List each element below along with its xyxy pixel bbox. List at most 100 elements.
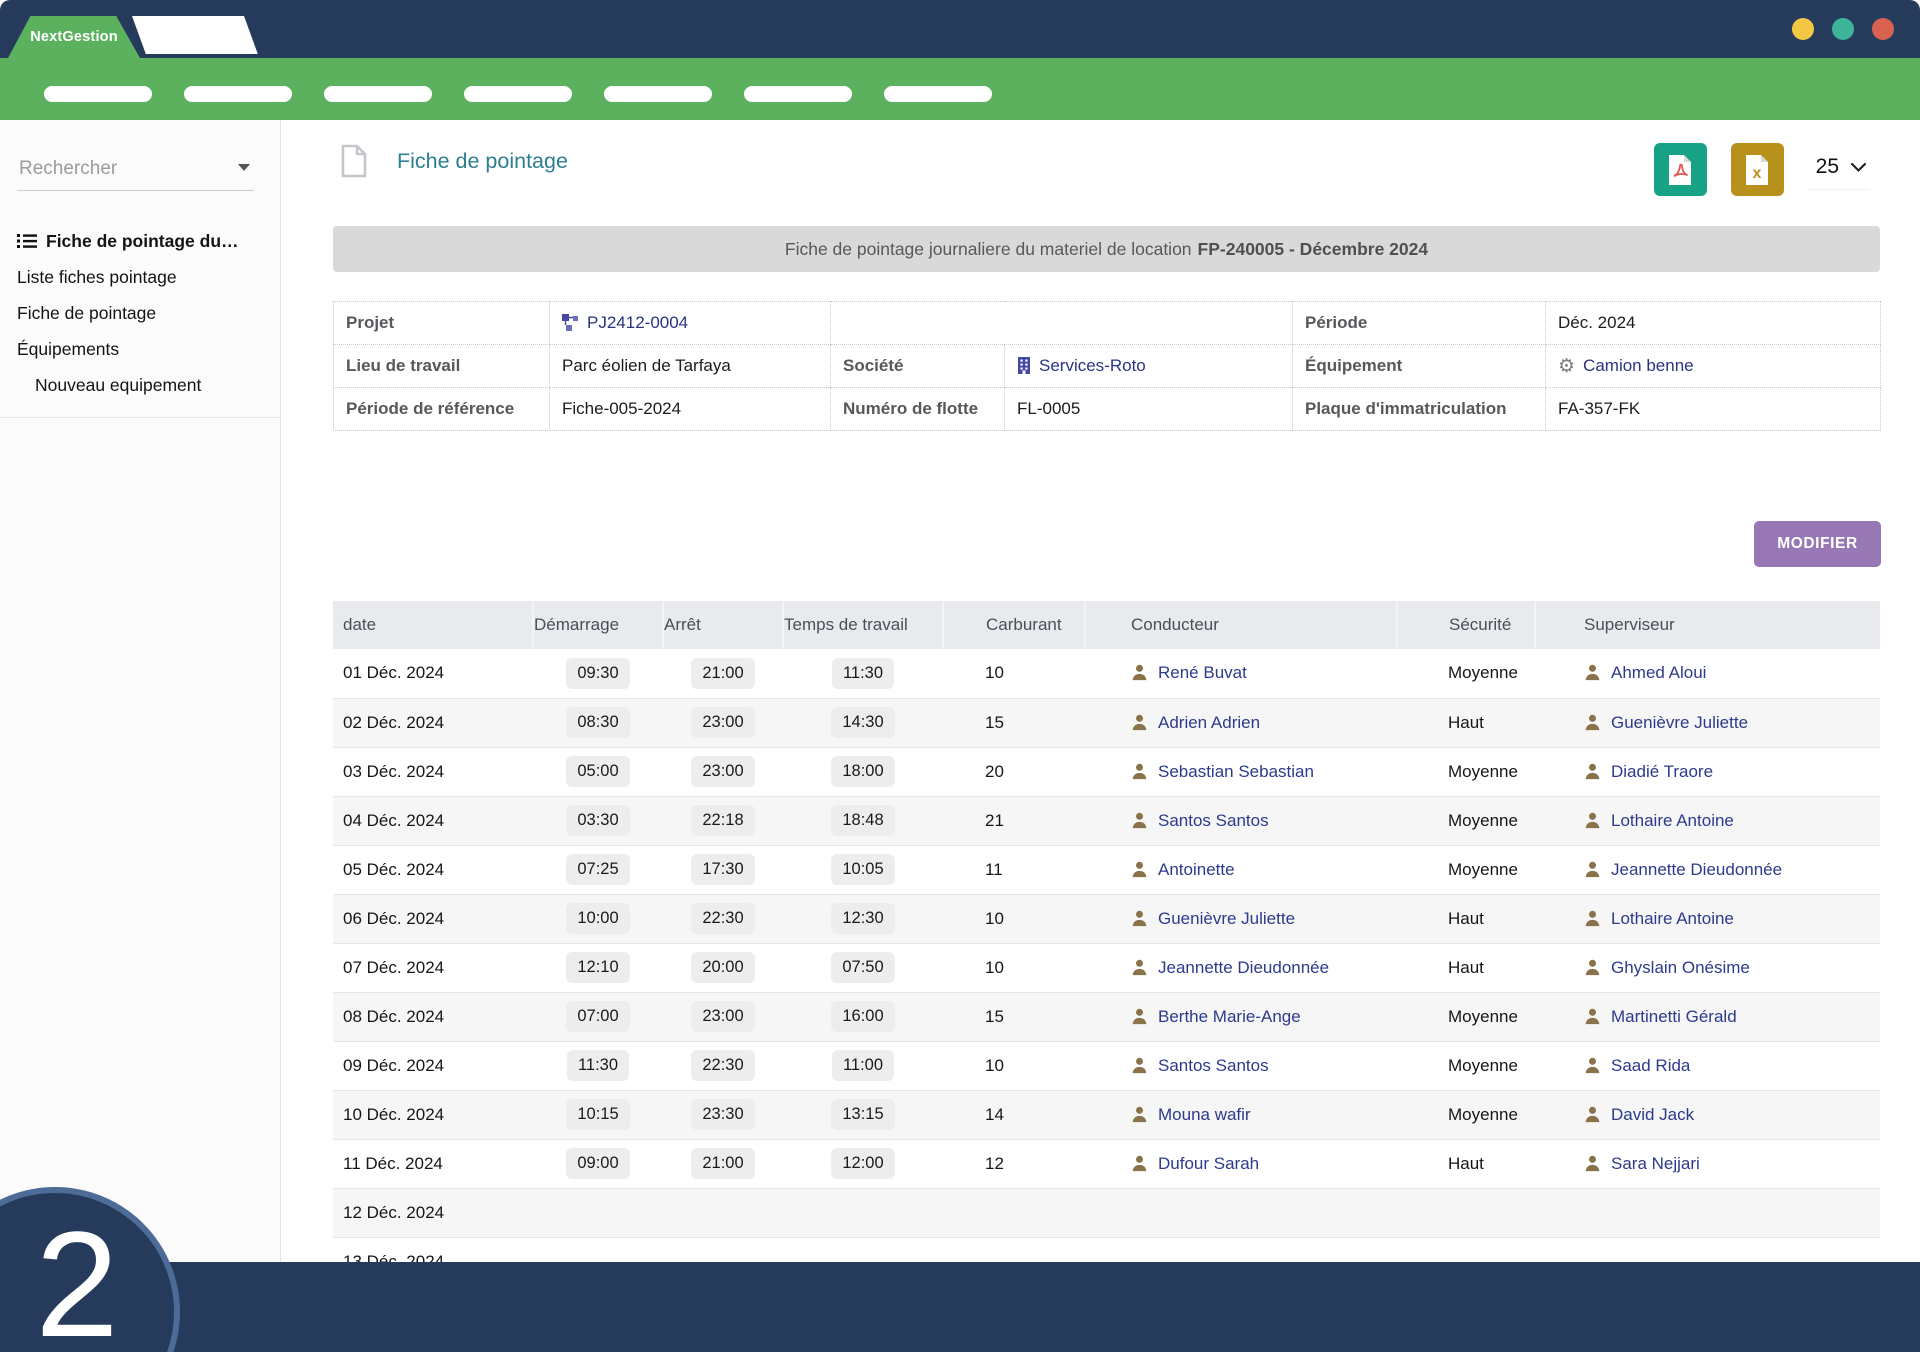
- driver-link[interactable]: Adrien Adrien: [1158, 713, 1260, 732]
- search-input[interactable]: [17, 154, 254, 190]
- duration-chip[interactable]: 13:15: [831, 1099, 894, 1130]
- start-time-chip[interactable]: 07:00: [566, 1001, 629, 1032]
- person-icon: [1583, 762, 1602, 781]
- driver-link[interactable]: Berthe Marie-Ange: [1158, 1007, 1301, 1026]
- supervisor-link[interactable]: Saad Rida: [1611, 1056, 1690, 1075]
- supervisor-link[interactable]: Lothaire Antoine: [1611, 811, 1734, 830]
- cell-start: [533, 1237, 663, 1262]
- duration-chip[interactable]: 10:05: [831, 854, 894, 885]
- start-time-chip[interactable]: 12:10: [566, 952, 629, 983]
- cell-supervisor: [1535, 1237, 1880, 1262]
- window-dot-green[interactable]: [1832, 18, 1854, 40]
- start-time-chip[interactable]: 09:00: [566, 1148, 629, 1179]
- cell-date: 10 Déc. 2024: [333, 1090, 533, 1139]
- cell-security: [1397, 1237, 1535, 1262]
- stop-time-chip[interactable]: 23:00: [691, 1001, 754, 1032]
- driver-link[interactable]: Santos Santos: [1158, 811, 1269, 830]
- duration-chip[interactable]: 07:50: [831, 952, 894, 983]
- main-content: Fiche de pointage x 25: [281, 120, 1920, 1262]
- person-icon: [1130, 663, 1149, 682]
- page-size-select[interactable]: 25: [1808, 149, 1870, 190]
- export-excel-button[interactable]: x: [1731, 143, 1784, 196]
- equipement-link[interactable]: Camion benne: [1583, 356, 1694, 375]
- driver-link[interactable]: Guenièvre Juliette: [1158, 909, 1295, 928]
- duration-chip[interactable]: 18:00: [831, 756, 894, 787]
- window-dot-yellow[interactable]: [1792, 18, 1814, 40]
- info-table: Projet PJ2412-0004 Période Déc. 2024 Lie…: [333, 301, 1881, 431]
- duration-chip[interactable]: 12:30: [831, 903, 894, 934]
- duration-chip[interactable]: 14:30: [831, 707, 894, 738]
- stop-time-chip[interactable]: 22:30: [691, 903, 754, 934]
- cell-security: Moyenne: [1397, 1041, 1535, 1090]
- stop-time-chip[interactable]: 23:00: [691, 707, 754, 738]
- nav-pill[interactable]: [44, 86, 152, 102]
- projet-link[interactable]: PJ2412-0004: [587, 313, 688, 332]
- driver-link[interactable]: Mouna wafir: [1158, 1105, 1251, 1124]
- supervisor-link[interactable]: Diadié Traore: [1611, 762, 1713, 781]
- supervisor-link[interactable]: Sara Nejjari: [1611, 1154, 1700, 1173]
- table-row: 02 Déc. 202408:3023:0014:3015Adrien Adri…: [333, 698, 1880, 747]
- nav-pill[interactable]: [744, 86, 852, 102]
- start-time-chip[interactable]: 09:30: [566, 658, 629, 689]
- cell-driver: Jeannette Dieudonnée: [1085, 943, 1397, 992]
- nav-pill[interactable]: [884, 86, 992, 102]
- nav-pill[interactable]: [604, 86, 712, 102]
- duration-chip[interactable]: 16:00: [831, 1001, 894, 1032]
- duration-chip[interactable]: 18:48: [831, 805, 894, 836]
- col-superviseur: Superviseur: [1535, 601, 1880, 649]
- cell-duration: 11:00: [783, 1041, 943, 1090]
- driver-link[interactable]: Antoinette: [1158, 860, 1235, 879]
- window-dot-red[interactable]: [1872, 18, 1894, 40]
- start-time-chip[interactable]: 11:30: [567, 1050, 629, 1081]
- table-row: 05 Déc. 202407:2517:3010:0511AntoinetteM…: [333, 845, 1880, 894]
- duration-chip[interactable]: 11:30: [832, 658, 894, 689]
- sidebar-item[interactable]: Fiche de pointage du…: [0, 223, 280, 259]
- stop-time-chip[interactable]: 23:00: [691, 756, 754, 787]
- supervisor-link[interactable]: Guenièvre Juliette: [1611, 713, 1748, 732]
- stop-time-chip[interactable]: 21:00: [691, 658, 754, 689]
- page-size-value: 25: [1816, 155, 1839, 179]
- sidebar-item[interactable]: Nouveau equipement: [0, 367, 280, 403]
- nav-pill[interactable]: [324, 86, 432, 102]
- supervisor-link[interactable]: David Jack: [1611, 1105, 1694, 1124]
- start-time-chip[interactable]: 03:30: [566, 805, 629, 836]
- supervisor-link[interactable]: Martinetti Gérald: [1611, 1007, 1737, 1026]
- stop-time-chip[interactable]: 23:30: [691, 1099, 754, 1130]
- supervisor-link[interactable]: Ahmed Aloui: [1611, 663, 1706, 682]
- societe-link[interactable]: Services-Roto: [1039, 356, 1146, 375]
- search-dropdown-caret[interactable]: [238, 164, 250, 171]
- main-navbar: [0, 58, 1920, 120]
- driver-link[interactable]: Dufour Sarah: [1158, 1154, 1259, 1173]
- duration-chip[interactable]: 12:00: [831, 1148, 894, 1179]
- supervisor-link[interactable]: Lothaire Antoine: [1611, 909, 1734, 928]
- start-time-chip[interactable]: 10:15: [566, 1099, 629, 1130]
- driver-link[interactable]: Santos Santos: [1158, 1056, 1269, 1075]
- cell-driver: [1085, 1237, 1397, 1262]
- stop-time-chip[interactable]: 22:30: [691, 1050, 754, 1081]
- start-time-chip[interactable]: 07:25: [566, 854, 629, 885]
- start-time-chip[interactable]: 10:00: [566, 903, 629, 934]
- cell-driver: Mouna wafir: [1085, 1090, 1397, 1139]
- start-time-chip[interactable]: 08:30: [566, 707, 629, 738]
- sidebar-item[interactable]: Équipements: [0, 331, 280, 367]
- person-icon: [1130, 909, 1149, 928]
- driver-link[interactable]: Jeannette Dieudonnée: [1158, 958, 1329, 977]
- stop-time-chip[interactable]: 17:30: [691, 854, 754, 885]
- sidebar-item[interactable]: Fiche de pointage: [0, 295, 280, 331]
- supervisor-link[interactable]: Ghyslain Onésime: [1611, 958, 1750, 977]
- modify-button[interactable]: MODIFIER: [1754, 521, 1881, 567]
- start-time-chip[interactable]: 05:00: [566, 756, 629, 787]
- cell-fuel: 14: [943, 1090, 1085, 1139]
- duration-chip[interactable]: 11:00: [832, 1050, 894, 1081]
- nav-pill[interactable]: [464, 86, 572, 102]
- nav-pill[interactable]: [184, 86, 292, 102]
- supervisor-link[interactable]: Jeannette Dieudonnée: [1611, 860, 1782, 879]
- stop-time-chip[interactable]: 21:00: [691, 1148, 754, 1179]
- sidebar-item[interactable]: Liste fiches pointage: [0, 259, 280, 295]
- stop-time-chip[interactable]: 22:18: [691, 805, 754, 836]
- col-carburant: Carburant: [943, 601, 1085, 649]
- driver-link[interactable]: René Buvat: [1158, 663, 1247, 682]
- stop-time-chip[interactable]: 20:00: [691, 952, 754, 983]
- export-pdf-button[interactable]: [1654, 143, 1707, 196]
- driver-link[interactable]: Sebastian Sebastian: [1158, 762, 1314, 781]
